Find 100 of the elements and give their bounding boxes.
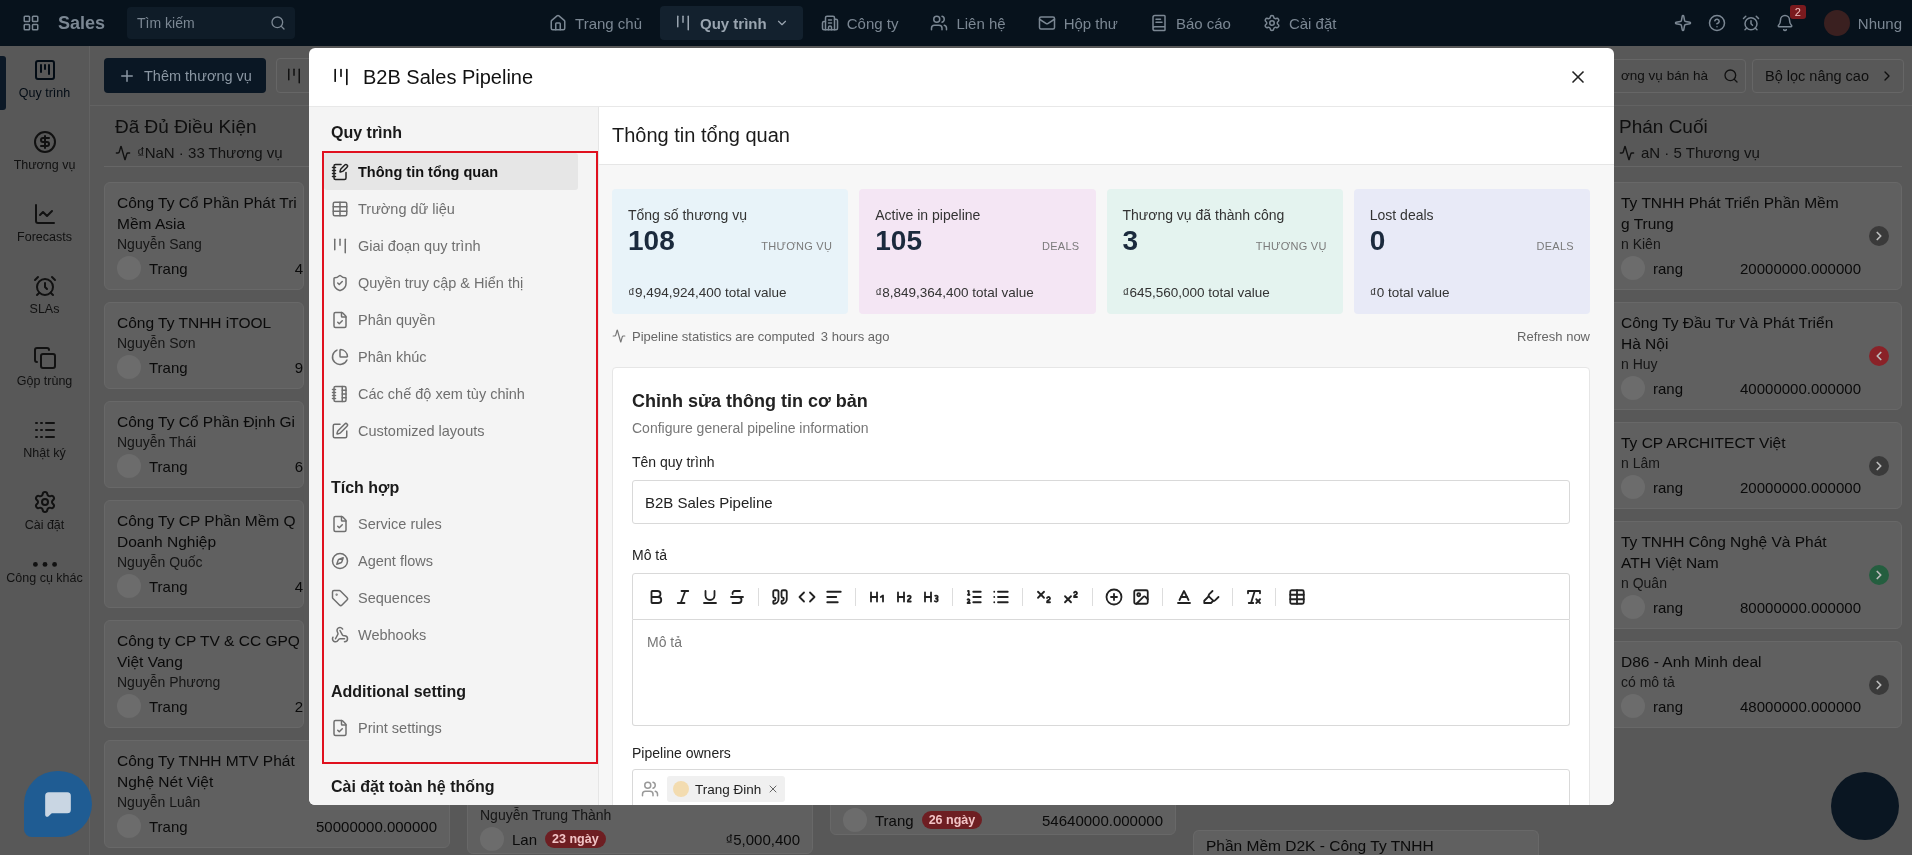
nav-tab[interactable]: Quy trình bbox=[660, 6, 803, 40]
chevron-right-icon[interactable] bbox=[1869, 226, 1889, 246]
age-badge: 23 ngày bbox=[545, 830, 606, 848]
nav-tab[interactable]: Liên hệ bbox=[916, 6, 1020, 40]
ordered-list-icon[interactable] bbox=[965, 587, 983, 606]
deal-amount: 20000000.000000 bbox=[1740, 478, 1861, 496]
section-title: Additional setting bbox=[330, 682, 467, 702]
deal-card[interactable]: Công ty CP TV & CC GPQ Việt Vang Nguyễn Phương Trang 2 bbox=[104, 620, 304, 728]
nav-tab[interactable]: Cài đặt bbox=[1248, 6, 1351, 40]
deal-title: Công Ty TNHH MTV Phát bbox=[117, 751, 295, 771]
settings-nav-item[interactable]: Quyền truy cập & Hiển thị bbox=[324, 264, 578, 301]
chat-button[interactable] bbox=[24, 771, 92, 837]
image-icon[interactable] bbox=[1132, 587, 1150, 606]
chevron-right-icon[interactable] bbox=[1869, 455, 1889, 476]
rail-item[interactable]: Công cụ khác bbox=[0, 550, 89, 622]
strikethrough-icon[interactable] bbox=[728, 587, 746, 606]
deal-card[interactable]: Phần Mềm D2K - Công Ty TNHH bbox=[1193, 830, 1539, 855]
deal-title: Mềm Asia bbox=[117, 214, 186, 234]
search-icon bbox=[270, 15, 287, 31]
deal-amount: 6 bbox=[294, 457, 303, 475]
clear-format-icon[interactable] bbox=[1245, 587, 1263, 606]
settings-nav-item[interactable]: Phân quyền bbox=[324, 301, 578, 338]
settings-nav-item[interactable]: Webhooks bbox=[324, 616, 578, 653]
text-color-icon[interactable] bbox=[1175, 587, 1193, 606]
deal-amount: 80000000.000000 bbox=[1740, 598, 1861, 616]
add-deal-button[interactable]: Thêm thương vụ bbox=[104, 58, 266, 93]
rail-item[interactable]: Forecasts bbox=[0, 190, 89, 262]
compass-icon bbox=[331, 551, 349, 570]
rail-item[interactable]: Gộp trùng bbox=[0, 334, 89, 406]
name-input[interactable]: B2B Sales Pipeline bbox=[632, 480, 1570, 524]
alarm-clock-icon[interactable] bbox=[1741, 14, 1760, 32]
notebook-pen-icon bbox=[331, 162, 349, 181]
stat-total: ₫0 total value bbox=[1369, 285, 1450, 300]
settings-nav-item[interactable]: Các chế độ xem tùy chỉnh bbox=[324, 375, 578, 412]
stat-unit: THƯƠNG VỤ bbox=[1255, 240, 1327, 252]
deal-title: Phần Mềm D2K - Công Ty TNHH bbox=[1206, 837, 1434, 855]
stat-unit: THƯƠNG VỤ bbox=[761, 240, 833, 252]
settings-nav-item[interactable]: Service rules bbox=[324, 505, 578, 542]
rail-item[interactable]: Nhật ký bbox=[0, 406, 89, 478]
deal-title: Công Ty Cổ Phần Phát Tri bbox=[117, 193, 297, 213]
settings-icon bbox=[1262, 14, 1281, 32]
sparkle-icon[interactable] bbox=[1673, 14, 1692, 32]
owner-name: Trang bbox=[149, 697, 188, 715]
advanced-filter-button[interactable]: Bộ lọc nâng cao bbox=[1752, 58, 1904, 93]
settings-nav-item[interactable]: Agent flows bbox=[324, 542, 578, 579]
circle-plus-icon[interactable] bbox=[1105, 587, 1123, 606]
deal-title: Ty CP ARCHITECT Việt bbox=[1621, 433, 1786, 453]
rail-item[interactable]: SLAs bbox=[0, 262, 89, 334]
nav-tab[interactable]: Công ty bbox=[806, 6, 913, 40]
italic-icon[interactable] bbox=[674, 587, 692, 606]
chevron-right-icon[interactable] bbox=[1869, 565, 1889, 585]
stat-total: ₫9,494,924,400 total value bbox=[628, 285, 787, 300]
settings-nav-item[interactable]: Phân khúc bbox=[324, 338, 578, 375]
nav-tab[interactable]: Hộp thư bbox=[1023, 6, 1132, 40]
stat-unit: DEALS bbox=[1536, 240, 1574, 252]
help-icon[interactable] bbox=[1707, 14, 1726, 32]
deal-title: Công ty CP TV & CC GPQ bbox=[117, 631, 300, 651]
settings-nav-item[interactable]: Customized layouts bbox=[324, 412, 578, 449]
chevron-right-icon[interactable] bbox=[1869, 674, 1889, 695]
section-title: Quy trình bbox=[330, 123, 403, 143]
refresh-link[interactable]: Refresh now bbox=[1517, 328, 1590, 344]
rail-item[interactable]: Quy trình bbox=[0, 46, 89, 118]
grid-icon[interactable] bbox=[22, 14, 40, 32]
copy-icon bbox=[32, 346, 57, 370]
webhook-icon bbox=[331, 625, 349, 644]
search-field[interactable]: Tìm kiếm bbox=[127, 7, 296, 39]
deal-card[interactable]: Công Ty CP Phần Mềm Q Doanh Nghiệp Nguyễn Quốc Trang 4 bbox=[104, 500, 304, 608]
nav-tab[interactable]: Báo cáo bbox=[1135, 6, 1245, 40]
search-icon bbox=[1723, 67, 1739, 84]
deal-title: D86 - Anh Minh deal bbox=[1621, 652, 1762, 672]
deal-contact: n Kiên bbox=[1621, 235, 1661, 254]
settings-nav-item[interactable]: Giai đoạn quy trình bbox=[324, 227, 578, 264]
deal-card[interactable]: Công Ty TNHH iTOOL Nguyễn Sơn Trang 9 bbox=[104, 302, 304, 389]
stat-total: ₫645,560,000 total value bbox=[1122, 285, 1270, 300]
deal-card[interactable]: Công Ty Cổ Phần Định Gi Nguyễn Thái Trang 6 bbox=[104, 401, 304, 488]
table-icon[interactable] bbox=[1288, 587, 1306, 606]
users-icon bbox=[930, 14, 949, 32]
file-check-icon bbox=[331, 310, 349, 329]
quote-icon[interactable] bbox=[771, 587, 789, 606]
rail-item[interactable]: Cài đặt bbox=[0, 478, 89, 550]
underline-icon[interactable] bbox=[701, 587, 719, 606]
description-field[interactable]: Mô tả bbox=[632, 620, 1570, 726]
deal-title: g Trung bbox=[1621, 214, 1674, 234]
deal-amount: 20000000.000000 bbox=[1740, 259, 1861, 277]
settings-nav-item[interactable]: Sequences bbox=[324, 579, 578, 616]
rail-item[interactable]: Thương vụ bbox=[0, 118, 89, 190]
settings-nav-item[interactable]: Thông tin tổng quan bbox=[324, 153, 578, 190]
highlighter-icon[interactable] bbox=[1202, 587, 1220, 606]
owner-chip[interactable]: Trang Đinh bbox=[667, 776, 786, 802]
nav-tab[interactable]: Trang chủ bbox=[535, 6, 657, 40]
chevron-left-icon[interactable] bbox=[1869, 346, 1889, 366]
deal-card[interactable]: Công Ty Cổ Phần Phát Tri Mềm Asia Nguyễn Sang Trang 4 bbox=[104, 182, 304, 290]
field-label: Mô tả bbox=[632, 546, 667, 564]
kanban-icon bbox=[331, 67, 351, 87]
stat-label: Active in pipeline bbox=[875, 206, 981, 224]
building-icon bbox=[820, 14, 839, 32]
bell-icon[interactable] bbox=[1775, 14, 1794, 32]
settings-nav-item[interactable]: Trường dữ liệu bbox=[324, 190, 578, 227]
deal-amount: 40000000.000000 bbox=[1740, 379, 1861, 397]
owners-field[interactable]: Trang Đinh bbox=[632, 769, 1570, 805]
